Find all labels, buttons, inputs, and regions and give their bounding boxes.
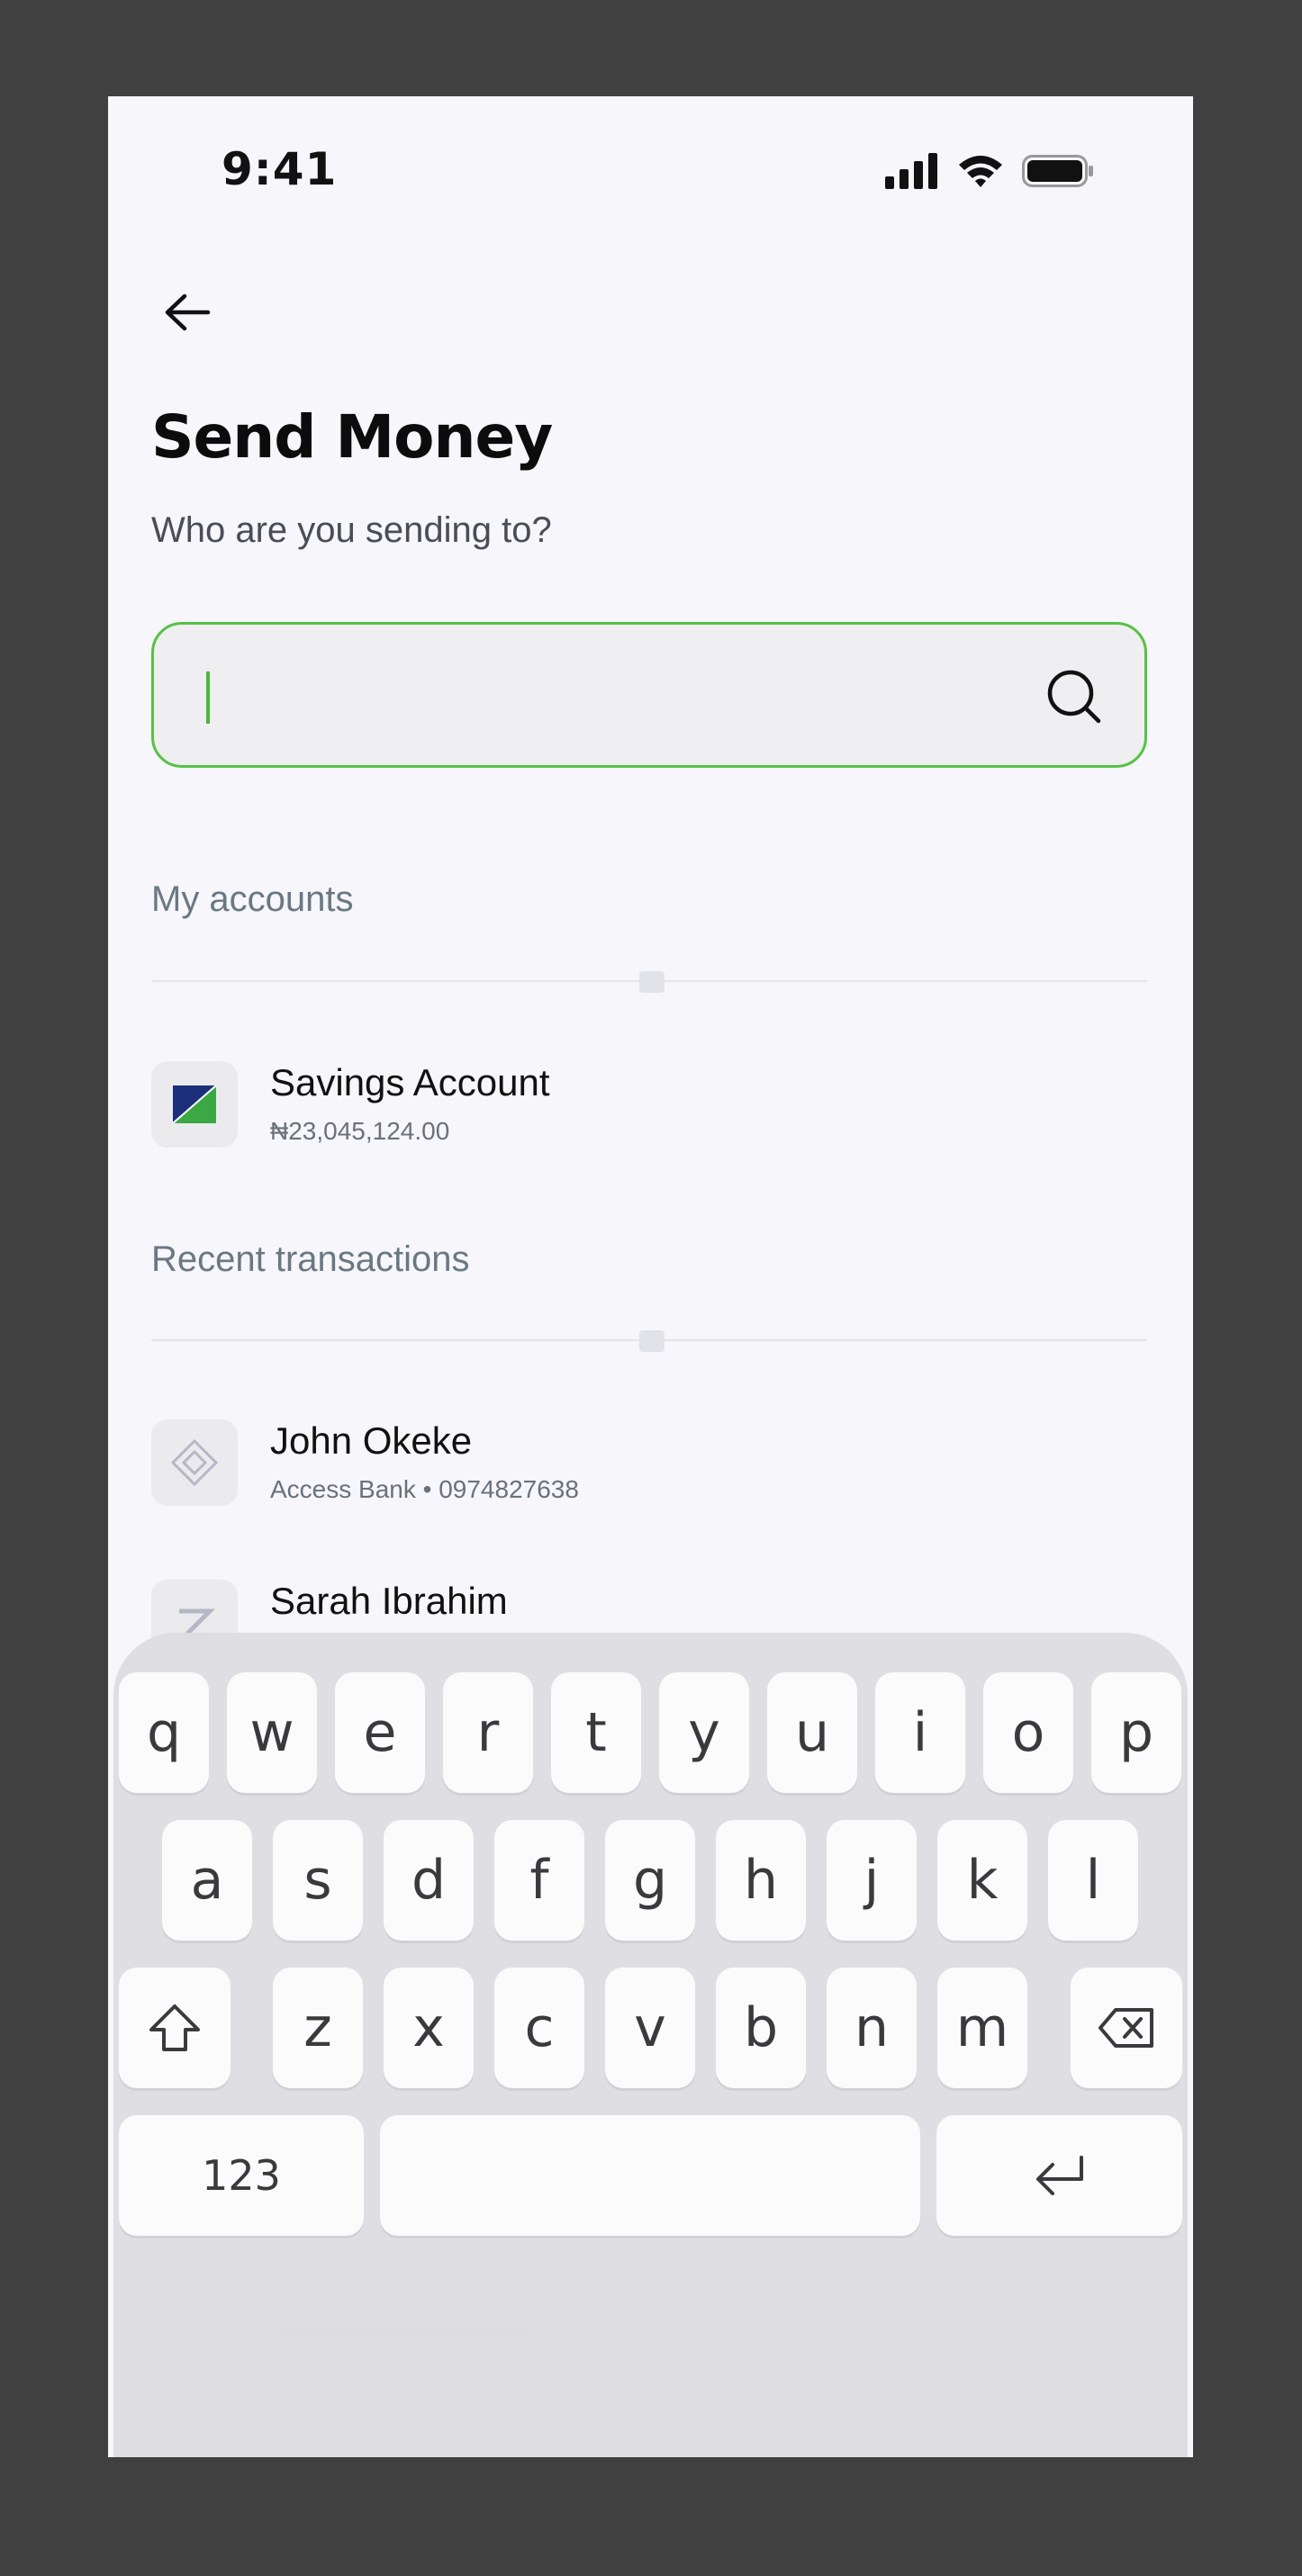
text-caret bbox=[206, 671, 210, 724]
return-key[interactable] bbox=[936, 2115, 1182, 2236]
recent-item-john-okeke[interactable]: John Okeke Access Bank • 0974827638 bbox=[151, 1419, 1147, 1509]
shift-icon bbox=[149, 2004, 200, 2051]
arrow-left-icon bbox=[165, 293, 211, 331]
search-icon[interactable] bbox=[1045, 668, 1103, 730]
numbers-key[interactable]: 123 bbox=[119, 2115, 364, 2236]
status-bar: 9:41 bbox=[108, 96, 1193, 249]
key-q[interactable]: q bbox=[119, 1672, 209, 1793]
status-icons bbox=[885, 152, 1094, 190]
search-input[interactable] bbox=[151, 622, 1147, 768]
key-v[interactable]: v bbox=[605, 1968, 695, 2088]
key-h[interactable]: h bbox=[716, 1820, 806, 1941]
key-y[interactable]: y bbox=[659, 1672, 749, 1793]
key-r[interactable]: r bbox=[443, 1672, 533, 1793]
wifi-icon bbox=[959, 156, 1002, 187]
key-o[interactable]: o bbox=[983, 1672, 1073, 1793]
key-i[interactable]: i bbox=[875, 1672, 965, 1793]
key-a[interactable]: a bbox=[162, 1820, 252, 1941]
on-screen-keyboard: q w e r t y u i o p a s d f g h j k l z … bbox=[113, 1633, 1188, 2457]
recipient-name: Sarah Ibrahim bbox=[270, 1580, 508, 1622]
page-subtitle: Who are you sending to? bbox=[151, 510, 552, 550]
key-z[interactable]: z bbox=[273, 1968, 363, 2088]
phone-screen: 9:41 Send Money Who are you sending to? … bbox=[108, 96, 1193, 2457]
key-n[interactable]: n bbox=[827, 1968, 917, 2088]
key-l[interactable]: l bbox=[1048, 1820, 1138, 1941]
key-j[interactable]: j bbox=[827, 1820, 917, 1941]
bank-logo-icon bbox=[151, 1061, 238, 1148]
key-g[interactable]: g bbox=[605, 1820, 695, 1941]
key-e[interactable]: e bbox=[335, 1672, 425, 1793]
section-title-recent-transactions: Recent transactions bbox=[151, 1239, 470, 1279]
key-m[interactable]: m bbox=[937, 1968, 1027, 2088]
shift-key[interactable] bbox=[119, 1968, 231, 2088]
divider-handle bbox=[639, 1330, 665, 1352]
account-item-savings[interactable]: Savings Account ₦23,045,124.00 bbox=[151, 1061, 1147, 1151]
battery-icon bbox=[1022, 155, 1093, 187]
key-s[interactable]: s bbox=[273, 1820, 363, 1941]
section-title-my-accounts: My accounts bbox=[151, 879, 354, 919]
access-bank-icon bbox=[151, 1419, 238, 1506]
key-w[interactable]: w bbox=[227, 1672, 317, 1793]
account-name: Savings Account bbox=[270, 1061, 550, 1103]
backspace-key[interactable] bbox=[1071, 1968, 1182, 2088]
key-t[interactable]: t bbox=[551, 1672, 641, 1793]
key-x[interactable]: x bbox=[384, 1968, 474, 2088]
key-b[interactable]: b bbox=[716, 1968, 806, 2088]
key-f[interactable]: f bbox=[494, 1820, 584, 1941]
key-u[interactable]: u bbox=[767, 1672, 857, 1793]
signal-icon bbox=[885, 153, 937, 189]
key-c[interactable]: c bbox=[494, 1968, 584, 2088]
recipient-detail: Access Bank • 0974827638 bbox=[270, 1475, 579, 1503]
back-button[interactable] bbox=[151, 267, 223, 357]
divider-handle bbox=[639, 971, 665, 993]
return-icon bbox=[1035, 2156, 1083, 2195]
account-balance: ₦23,045,124.00 bbox=[270, 1117, 450, 1145]
space-key[interactable] bbox=[380, 2115, 920, 2236]
key-d[interactable]: d bbox=[384, 1820, 474, 1941]
key-k[interactable]: k bbox=[937, 1820, 1027, 1941]
key-p[interactable]: p bbox=[1091, 1672, 1181, 1793]
recipient-name: John Okeke bbox=[270, 1419, 473, 1462]
backspace-icon bbox=[1099, 2008, 1153, 2048]
page-title: Send Money bbox=[151, 402, 553, 472]
status-time: 9:41 bbox=[222, 143, 338, 195]
